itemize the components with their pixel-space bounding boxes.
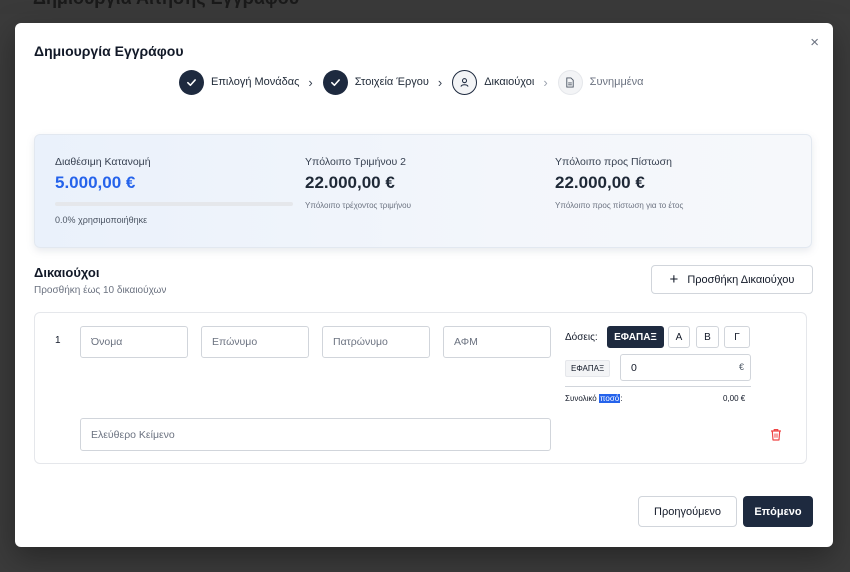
dose-amount-input[interactable]	[621, 355, 731, 380]
available-value: 5.000,00 €	[55, 173, 136, 192]
available-allocation: Διαθέσιμη Κατανομή 5.000,00 € 0.0% χρησι…	[55, 156, 293, 225]
dose-tag: ΕΦΑΠΑΞ	[565, 360, 611, 377]
plus-icon: +	[669, 271, 679, 288]
usage-text: 0.0% χρησιμοποιήθηκε	[55, 215, 148, 225]
user-icon	[452, 69, 478, 95]
step-beneficiaries[interactable]: Δικαιούχοι	[452, 69, 535, 95]
trash-icon[interactable]	[770, 428, 782, 441]
previous-button[interactable]: Προηγούμενο	[638, 496, 737, 527]
dose-option-a[interactable]: Α	[668, 326, 690, 348]
check-icon	[179, 69, 204, 95]
quarter-value: 22.000,00 €	[305, 173, 395, 192]
credit-sub: Υπόλοιπο προς πίστωση για το έτος	[555, 201, 684, 210]
step-attachments[interactable]: Συνημμένα	[557, 69, 644, 95]
add-beneficiary-button[interactable]: + Προσθήκη Δικαιούχου	[651, 265, 813, 294]
background-page-title: Δημιουργία Αίτησης Εγγράφου	[33, 0, 299, 9]
file-icon	[557, 69, 583, 95]
step-label: Δικαιούχοι	[484, 76, 535, 88]
close-button[interactable]: ×	[810, 35, 819, 50]
step-label: Συνημμένα	[589, 76, 644, 88]
beneficiary-row: 1 Δόσεις: ΕΦΑΠΑΞ Α Β Γ ΕΦΑΠΑΞ € Συνολικό…	[34, 312, 807, 464]
dose-amount-field: €	[620, 354, 751, 381]
total-label-prefix: Συνολικό	[565, 394, 599, 403]
chevron-right-icon: ›	[437, 74, 443, 90]
modal-title: Δημιουργία Εγγράφου	[34, 43, 184, 59]
check-icon	[322, 69, 348, 95]
available-label: Διαθέσιμη Κατανομή	[55, 156, 151, 168]
step-project-details[interactable]: Στοιχεία Έργου	[322, 69, 429, 95]
create-document-modal: Δημιουργία Εγγράφου × Επιλογή Μονάδας › …	[15, 23, 833, 547]
beneficiaries-subtitle: Προσθήκη έως 10 δικαιούχων	[34, 285, 167, 296]
row-number: 1	[55, 335, 61, 346]
father-name-input[interactable]	[322, 326, 430, 358]
first-name-input[interactable]	[80, 326, 188, 358]
credit-label: Υπόλοιπο προς Πίστωση	[555, 156, 672, 168]
quarter-balance: Υπόλοιπο Τριμήνου 2 22.000,00 € Υπόλοιπο…	[305, 156, 411, 210]
step-label: Στοιχεία Έργου	[354, 76, 429, 88]
step-unit-selection[interactable]: Επιλογή Μονάδας	[179, 69, 300, 95]
quarter-label: Υπόλοιπο Τριμήνου 2	[305, 156, 407, 168]
stepper: Επιλογή Μονάδας › Στοιχεία Έργου › Δικαι…	[179, 69, 644, 95]
credit-balance: Υπόλοιπο προς Πίστωση 22.000,00 € Υπόλοι…	[555, 156, 683, 210]
credit-value: 22.000,00 €	[555, 173, 645, 192]
beneficiaries-title: Δικαιούχοι	[34, 265, 100, 280]
total-label-suffix: :	[620, 394, 623, 403]
divider	[565, 386, 751, 387]
total-value: 0,00 €	[723, 394, 746, 403]
dose-option-c[interactable]: Γ	[724, 326, 750, 348]
afm-input[interactable]	[443, 326, 551, 358]
step-label: Επιλογή Μονάδας	[211, 76, 300, 88]
budget-summary-card: Διαθέσιμη Κατανομή 5.000,00 € 0.0% χρησι…	[34, 134, 812, 248]
dose-option-efapax[interactable]: ΕΦΑΠΑΞ	[607, 326, 664, 348]
chevron-right-icon: ›	[543, 74, 548, 90]
last-name-input[interactable]	[201, 326, 309, 358]
add-beneficiary-label: Προσθήκη Δικαιούχου	[687, 273, 795, 286]
dose-option-b[interactable]: Β	[696, 326, 719, 348]
chevron-right-icon: ›	[308, 74, 313, 90]
quarter-sub: Υπόλοιπο τρέχοντος τριμήνου	[305, 201, 411, 210]
next-button[interactable]: Επόμενο	[743, 496, 813, 527]
currency-symbol: €	[738, 362, 744, 372]
free-text-input[interactable]	[80, 418, 551, 451]
doses-label: Δόσεις:	[565, 332, 598, 343]
usage-progress-bar	[55, 202, 293, 206]
total-label: Συνολικό ποσό:	[565, 394, 622, 403]
total-label-highlight: ποσό	[598, 394, 621, 403]
